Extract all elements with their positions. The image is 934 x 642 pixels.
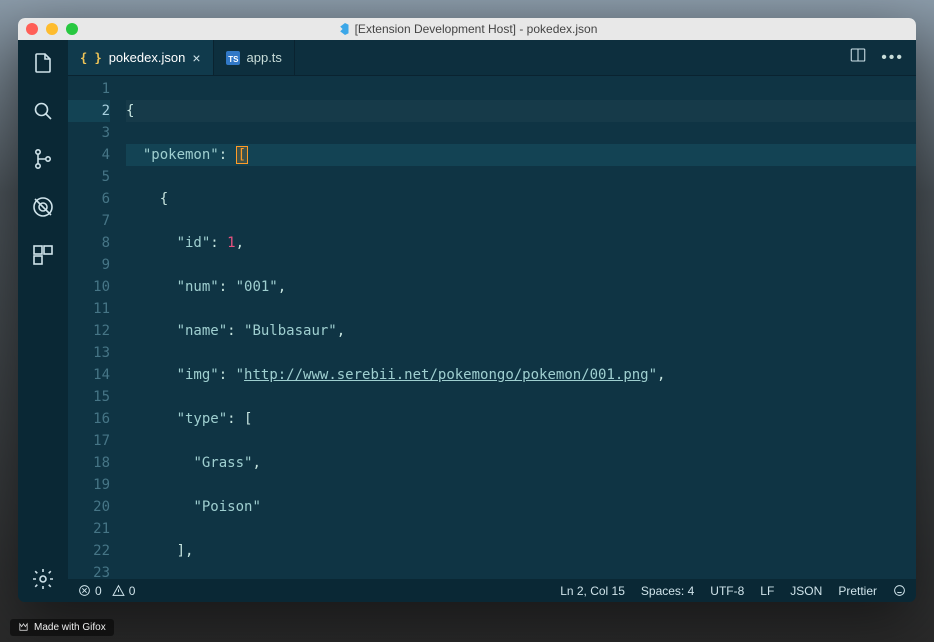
titlebar[interactable]: [Extension Development Host] - pokedex.j…	[18, 18, 916, 40]
tab-app-ts[interactable]: TS app.ts	[214, 40, 295, 75]
status-lang[interactable]: JSON	[790, 584, 822, 598]
feedback-icon[interactable]	[893, 584, 906, 597]
debug-icon[interactable]	[30, 194, 56, 220]
status-warnings[interactable]: 0	[112, 584, 136, 598]
window: [Extension Development Host] - pokedex.j…	[18, 18, 916, 602]
more-icon[interactable]: •••	[881, 49, 904, 67]
tab-bar: { } pokedex.json × TS app.ts •••	[68, 40, 916, 76]
extensions-icon[interactable]	[30, 242, 56, 268]
ts-file-icon: TS	[226, 51, 240, 65]
window-title: [Extension Development Host] - pokedex.j…	[337, 22, 598, 36]
vscode-icon	[337, 23, 349, 35]
status-eol[interactable]: LF	[760, 584, 774, 598]
window-title-text: [Extension Development Host] - pokedex.j…	[355, 22, 598, 36]
status-errors[interactable]: 0	[78, 584, 102, 598]
close-window-button[interactable]	[26, 23, 38, 35]
close-icon[interactable]: ×	[192, 50, 200, 66]
status-formatter[interactable]: Prettier	[838, 584, 877, 598]
status-ln-col[interactable]: Ln 2, Col 15	[560, 584, 625, 598]
status-bar: 0 0 Ln 2, Col 15 Spaces: 4 UTF-8 LF JSON…	[68, 579, 916, 602]
minimize-window-button[interactable]	[46, 23, 58, 35]
tab-label: pokedex.json	[109, 50, 186, 65]
gutter: 1 2 3 4 5 6 7 8 9 10 11 12 13 14 15 16 1	[68, 76, 126, 579]
editor[interactable]: 1 2 3 4 5 6 7 8 9 10 11 12 13 14 15 16 1	[68, 76, 916, 579]
gifox-badge: Made with Gifox	[10, 619, 114, 636]
code-area[interactable]: { "pokemon": [ { "id": 1, "num": "001", …	[126, 76, 916, 579]
gear-icon[interactable]	[30, 566, 56, 592]
explorer-icon[interactable]	[30, 50, 56, 76]
search-icon[interactable]	[30, 98, 56, 124]
json-file-icon: { }	[80, 51, 102, 65]
traffic-lights	[26, 23, 78, 35]
source-control-icon[interactable]	[30, 146, 56, 172]
zoom-window-button[interactable]	[66, 23, 78, 35]
tab-label: app.ts	[247, 50, 282, 65]
status-spaces[interactable]: Spaces: 4	[641, 584, 694, 598]
activity-bar	[18, 40, 68, 602]
split-editor-icon[interactable]	[849, 46, 867, 69]
tab-pokedex-json[interactable]: { } pokedex.json ×	[68, 40, 214, 75]
status-encoding[interactable]: UTF-8	[710, 584, 744, 598]
